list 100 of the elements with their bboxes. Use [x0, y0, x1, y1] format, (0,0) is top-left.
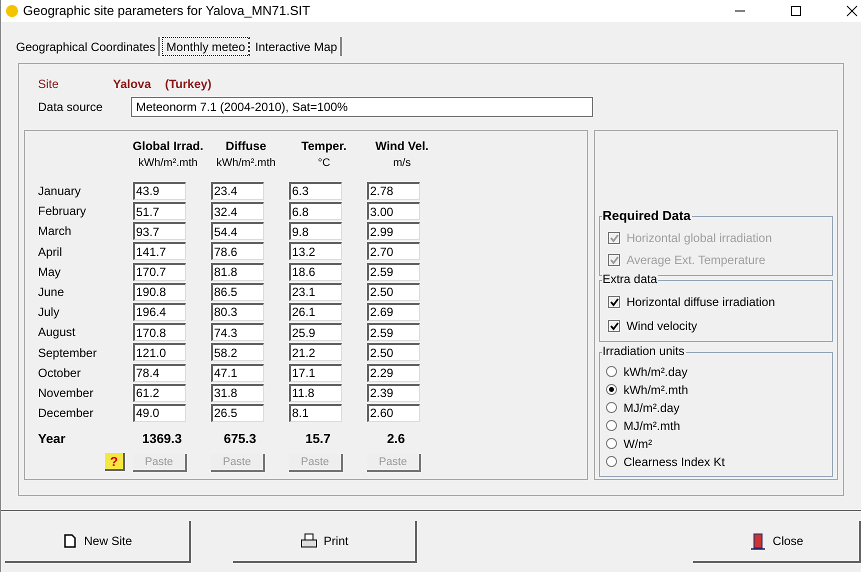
- month-label: July: [37, 304, 60, 322]
- maximize-icon[interactable]: [790, 5, 802, 17]
- printer-icon: [300, 533, 318, 549]
- column-header: Temper.: [301, 138, 347, 155]
- value-field[interactable]: 17.1: [289, 364, 342, 382]
- month-label: November: [37, 384, 94, 402]
- value-field[interactable]: 2.39: [367, 384, 420, 402]
- radio-button[interactable]: [606, 438, 618, 449]
- value-field[interactable]: 2.99: [367, 222, 420, 240]
- tab[interactable]: Monthly meteo: [162, 37, 250, 56]
- value-field[interactable]: 2.69: [367, 302, 420, 321]
- value-field[interactable]: 74.3: [211, 323, 264, 342]
- value-field[interactable]: 54.4: [211, 222, 264, 240]
- value-field[interactable]: 2.50: [367, 282, 420, 301]
- value-field[interactable]: 43.9: [133, 182, 186, 200]
- radio-button[interactable]: [606, 384, 618, 395]
- close-button[interactable]: Close: [693, 521, 861, 563]
- year-label: Year: [37, 430, 66, 448]
- column-header: Diffuse: [226, 138, 266, 155]
- checkbox-label: Wind velocity: [626, 318, 698, 335]
- site-name: Yalova: [113, 76, 152, 93]
- value-field[interactable]: 23.4: [211, 182, 264, 200]
- value-field[interactable]: 11.8: [289, 384, 342, 402]
- column-header: Wind Vel.: [375, 138, 429, 155]
- month-label: June: [37, 284, 66, 302]
- value-field[interactable]: 21.2: [289, 343, 342, 362]
- month-label: May: [37, 264, 62, 281]
- radio-label: MJ/m².day: [623, 400, 680, 416]
- year-total: 2.6: [386, 430, 406, 448]
- radio-button[interactable]: [606, 402, 618, 413]
- value-field[interactable]: 31.8: [211, 384, 264, 402]
- checkbox[interactable]: [608, 320, 620, 332]
- value-field[interactable]: 6.3: [289, 182, 342, 200]
- value-field[interactable]: 2.60: [367, 404, 420, 422]
- help-button[interactable]: ?: [105, 453, 125, 472]
- value-field[interactable]: 61.2: [133, 384, 186, 402]
- month-label: August: [37, 324, 76, 342]
- value-field[interactable]: 196.4: [133, 302, 186, 321]
- radio-label: kWh/m².mth: [623, 382, 688, 398]
- tab[interactable]: Interactive Map: [252, 37, 342, 56]
- print-button[interactable]: Print: [233, 521, 417, 563]
- value-field[interactable]: 121.0: [133, 343, 186, 362]
- checkbox-label: Horizontal global irradiation: [626, 230, 772, 247]
- value-field[interactable]: 2.59: [367, 323, 420, 342]
- value-field[interactable]: 3.00: [367, 202, 420, 220]
- month-label: April: [37, 244, 64, 261]
- door-exit-icon: [748, 532, 767, 550]
- radio-button[interactable]: [606, 366, 618, 377]
- value-field[interactable]: 26.5: [211, 404, 264, 422]
- value-field[interactable]: 170.7: [133, 262, 186, 281]
- value-field[interactable]: 78.4: [133, 364, 186, 382]
- radio-button[interactable]: [606, 420, 618, 431]
- value-field[interactable]: 141.7: [133, 242, 186, 260]
- close-icon[interactable]: [846, 5, 858, 17]
- tab[interactable]: Geographical Coordinates: [13, 37, 160, 56]
- value-field[interactable]: 93.7: [133, 222, 186, 240]
- new-site-button[interactable]: New Site: [5, 521, 191, 563]
- value-field[interactable]: 86.5: [211, 282, 264, 301]
- value-field[interactable]: 170.8: [133, 323, 186, 342]
- value-field[interactable]: 80.3: [211, 302, 264, 321]
- value-field[interactable]: 18.6: [289, 262, 342, 281]
- month-label: September: [37, 344, 98, 362]
- radio-label: kWh/m².day: [623, 364, 688, 380]
- value-field[interactable]: 2.59: [367, 262, 420, 281]
- value-field[interactable]: 26.1: [289, 302, 342, 321]
- value-field[interactable]: 13.2: [289, 242, 342, 260]
- value-field[interactable]: 2.50: [367, 343, 420, 362]
- value-field[interactable]: 51.7: [133, 202, 186, 220]
- value-field[interactable]: 6.8: [289, 202, 342, 220]
- unit-label: °C: [318, 156, 330, 171]
- site-country: (Turkey): [165, 76, 212, 93]
- value-field[interactable]: 49.0: [133, 404, 186, 422]
- year-total: 1369.3: [142, 430, 182, 448]
- radio-button[interactable]: [606, 456, 618, 467]
- document-icon: [62, 533, 78, 549]
- site-label: Site: [38, 76, 60, 93]
- value-field[interactable]: 78.6: [211, 242, 264, 260]
- value-field[interactable]: 2.29: [367, 364, 420, 382]
- value-field[interactable]: 23.1: [289, 282, 342, 301]
- unit-label: m/s: [393, 156, 411, 171]
- value-field[interactable]: 8.1: [289, 404, 342, 422]
- group-title: Irradiation units: [602, 345, 686, 357]
- value-field[interactable]: 190.8: [133, 282, 186, 301]
- data-source-label: Data source: [38, 99, 104, 116]
- value-field[interactable]: 9.8: [289, 222, 342, 240]
- value-field[interactable]: 2.70: [367, 242, 420, 260]
- data-source-field[interactable]: Meteonorm 7.1 (2004-2010), Sat=100%: [131, 97, 593, 117]
- value-field[interactable]: 58.2: [211, 343, 264, 362]
- value-field[interactable]: 81.8: [211, 262, 264, 281]
- radio-label: W/m²: [623, 436, 652, 452]
- value-field[interactable]: 32.4: [211, 202, 264, 220]
- value-field[interactable]: 2.78: [367, 182, 420, 200]
- month-label: January: [37, 183, 82, 200]
- app-icon: [5, 4, 19, 18]
- radio-label: Clearness Index Kt: [623, 454, 725, 470]
- checkbox-label: Horizontal diffuse irradiation: [626, 294, 775, 311]
- value-field[interactable]: 47.1: [211, 364, 264, 382]
- checkbox[interactable]: [608, 296, 620, 308]
- value-field[interactable]: 25.9: [289, 323, 342, 342]
- year-total: 15.7: [305, 430, 331, 448]
